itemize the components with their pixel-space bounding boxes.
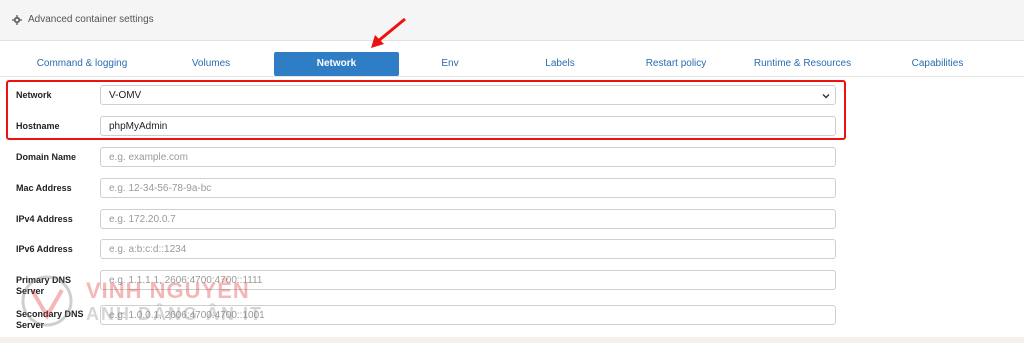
secondary-dns-label-line2: Server	[16, 320, 45, 330]
tab-labels[interactable]: Labels	[530, 52, 590, 76]
secondary-dns-label: Secondary DNS Server	[16, 309, 84, 331]
primary-dns-label-line1: Primary DNS	[16, 275, 72, 285]
mac-address-input[interactable]: e.g. 12-34-56-78-9a-bc	[100, 178, 836, 198]
ipv4-label: IPv4 Address	[16, 214, 73, 224]
domain-name-label: Domain Name	[16, 152, 77, 162]
gear-icon	[12, 14, 22, 25]
secondary-dns-input[interactable]: e.g. 1.0.0.1, 2606:4700:4700::1001	[100, 305, 836, 325]
primary-dns-label: Primary DNS Server	[16, 275, 71, 297]
tab-restart-policy[interactable]: Restart policy	[626, 52, 726, 76]
panel-title-text: Advanced container settings	[28, 14, 154, 25]
tab-runtime-resources[interactable]: Runtime & Resources	[745, 52, 860, 76]
tab-network[interactable]: Network	[274, 52, 399, 76]
tab-volumes[interactable]: Volumes	[170, 52, 252, 76]
highlight-box	[6, 80, 846, 140]
domain-name-input[interactable]: e.g. example.com	[100, 147, 836, 167]
tab-bar: Command & logging Volumes Network Env La…	[0, 52, 1024, 76]
bottom-strip	[0, 337, 1024, 343]
tab-capabilities[interactable]: Capabilities	[895, 52, 980, 76]
ipv4-input[interactable]: e.g. 172.20.0.7	[100, 209, 836, 229]
tab-command-logging[interactable]: Command & logging	[20, 52, 144, 76]
secondary-dns-label-line1: Secondary DNS	[16, 309, 84, 319]
panel-header: Advanced container settings	[0, 0, 1024, 41]
mac-address-label: Mac Address	[16, 183, 72, 193]
primary-dns-label-line2: Server	[16, 286, 45, 296]
tab-env[interactable]: Env	[420, 52, 480, 76]
annotation-arrow-icon	[371, 17, 406, 48]
tabs-divider	[0, 76, 1024, 77]
panel-title: Advanced container settings	[12, 14, 154, 25]
primary-dns-input[interactable]: e.g. 1.1.1.1, 2606:4700:4700::1111	[100, 270, 836, 290]
ipv6-input[interactable]: e.g. a:b:c:d::1234	[100, 239, 836, 259]
ipv6-label: IPv6 Address	[16, 244, 73, 254]
